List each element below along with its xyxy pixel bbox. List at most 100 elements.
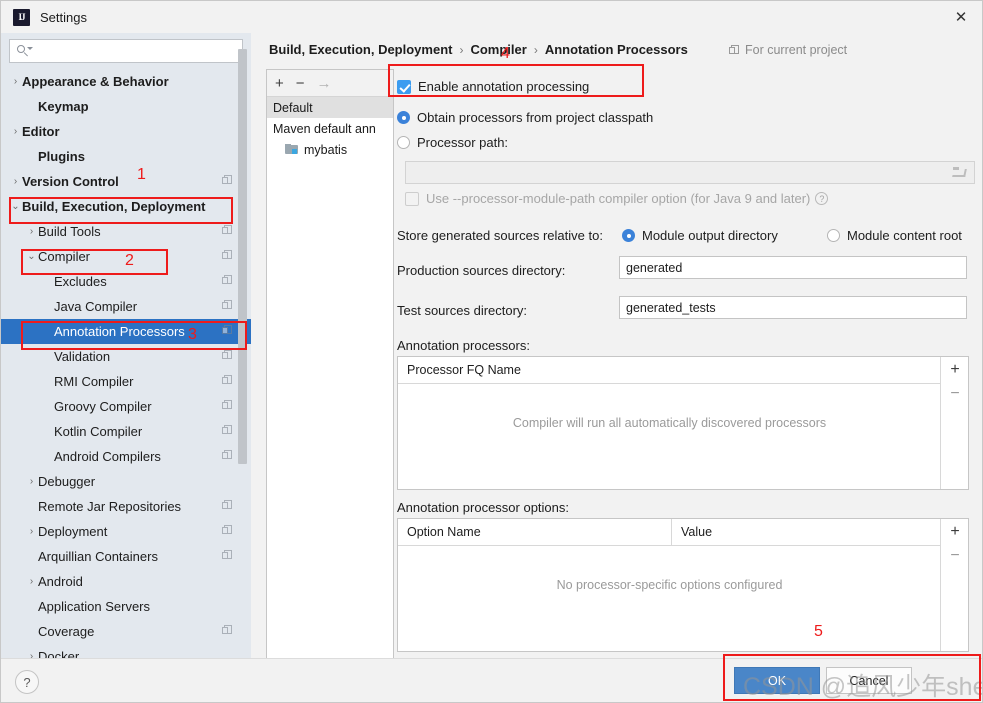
module-content-root-row[interactable]: Module content root	[827, 228, 962, 243]
breadcrumb-separator-icon: ›	[459, 42, 464, 57]
sidebar-item-label: Keymap	[38, 99, 89, 114]
enable-annotation-processing-row[interactable]: Enable annotation processing	[397, 79, 589, 94]
sidebar-item-rmi-compiler[interactable]: RMI Compiler	[1, 369, 251, 394]
help-icon[interactable]: ?	[815, 192, 829, 205]
enable-annotation-processing-checkbox[interactable]	[397, 79, 411, 94]
cancel-button[interactable]: Cancel	[826, 667, 912, 694]
copy-icon[interactable]	[222, 225, 233, 236]
column-option-name[interactable]: Option Name	[398, 519, 671, 545]
sidebar-item-groovy-compiler[interactable]: Groovy Compiler	[1, 394, 251, 419]
store-generated-sources-label: Store generated sources relative to:	[397, 228, 603, 243]
sidebar-item-deployment[interactable]: › Deployment	[1, 519, 251, 544]
sidebar-item-docker[interactable]: › Docker	[1, 644, 251, 658]
add-processor-button[interactable]: +	[941, 361, 969, 379]
copy-icon[interactable]	[222, 375, 233, 386]
sidebar-item-annotation-processors[interactable]: Annotation Processors	[1, 319, 251, 344]
sidebar-item-kotlin-compiler[interactable]: Kotlin Compiler	[1, 419, 251, 444]
sidebar-item-coverage[interactable]: Coverage	[1, 619, 251, 644]
sidebar-item-compiler[interactable]: ⌄ Compiler	[1, 244, 251, 269]
column-value[interactable]: Value	[671, 519, 941, 545]
browse-folder-icon[interactable]	[952, 167, 967, 179]
profile-item-label: mybatis	[304, 142, 348, 157]
copy-icon[interactable]	[222, 550, 233, 561]
ok-button[interactable]: OK	[734, 667, 820, 694]
sidebar-item-plugins[interactable]: Plugins	[1, 144, 251, 169]
processor-module-path-checkbox[interactable]	[405, 191, 419, 206]
remove-profile-button[interactable]: −	[296, 76, 305, 91]
sidebar-item-label: Version Control	[22, 174, 119, 189]
copy-icon[interactable]	[222, 500, 233, 511]
annotation-processor-options-caption: Annotation processor options:	[397, 500, 569, 515]
chevron-right-icon[interactable]: ›	[9, 126, 22, 137]
profile-item[interactable]: mybatis	[267, 139, 393, 160]
sidebar-item-appearance-behavior[interactable]: › Appearance & Behavior	[1, 69, 251, 94]
test-sources-input[interactable]: generated_tests	[619, 296, 967, 319]
copy-icon[interactable]	[222, 175, 233, 186]
close-icon[interactable]: ✕	[938, 1, 982, 33]
sidebar-item-keymap[interactable]: Keymap	[1, 94, 251, 119]
help-button[interactable]: ?	[15, 670, 39, 694]
move-profile-button[interactable]: →	[317, 76, 332, 91]
sidebar-item-arquillian-containers[interactable]: Arquillian Containers	[1, 544, 251, 569]
sidebar-item-remote-jar-repositories[interactable]: Remote Jar Repositories	[1, 494, 251, 519]
search-box[interactable]	[9, 39, 243, 63]
chevron-right-icon[interactable]: ›	[25, 651, 38, 658]
chevron-right-icon[interactable]: ›	[25, 526, 38, 537]
copy-icon[interactable]	[222, 300, 233, 311]
copy-icon[interactable]	[222, 325, 233, 336]
module-output-directory-radio[interactable]	[622, 229, 635, 242]
profile-item[interactable]: Maven default ann	[267, 118, 393, 139]
copy-icon[interactable]	[222, 625, 233, 636]
copy-icon[interactable]	[222, 250, 233, 261]
chevron-down-icon[interactable]: ⌄	[25, 251, 38, 262]
copy-icon[interactable]	[222, 525, 233, 536]
sidebar-item-android-compilers[interactable]: Android Compilers	[1, 444, 251, 469]
sidebar-item-android[interactable]: › Android	[1, 569, 251, 594]
column-processor-fq-name[interactable]: Processor FQ Name	[398, 357, 941, 383]
processor-path-row[interactable]: Processor path:	[397, 135, 508, 150]
processor-path-radio[interactable]	[397, 136, 410, 149]
copy-icon[interactable]	[222, 350, 233, 361]
sidebar-item-editor[interactable]: › Editor	[1, 119, 251, 144]
breadcrumb-part-2[interactable]: Compiler	[470, 42, 526, 57]
obtain-from-classpath-row[interactable]: Obtain processors from project classpath	[397, 110, 653, 125]
sidebar-item-label: Validation	[54, 349, 111, 364]
table-side-toolbar: + −	[940, 519, 968, 651]
chevron-down-icon[interactable]: ⌄	[9, 201, 22, 212]
search-input[interactable]	[30, 41, 242, 61]
sidebar-item-validation[interactable]: Validation	[1, 344, 251, 369]
remove-option-button[interactable]: −	[941, 547, 969, 565]
copy-icon[interactable]	[222, 425, 233, 436]
sidebar-item-debugger[interactable]: › Debugger	[1, 469, 251, 494]
sidebar-item-build-tools[interactable]: › Build Tools	[1, 219, 251, 244]
copy-icon[interactable]	[222, 400, 233, 411]
add-profile-button[interactable]: +	[275, 76, 284, 91]
sidebar-item-application-servers[interactable]: Application Servers	[1, 594, 251, 619]
obtain-from-classpath-radio[interactable]	[397, 111, 410, 124]
annotation-processors-caption: Annotation processors:	[397, 338, 530, 353]
copy-icon[interactable]	[222, 275, 233, 286]
sidebar-item-build-execution-deployment[interactable]: ⌄ Build, Execution, Deployment	[1, 194, 251, 219]
module-output-directory-row[interactable]: Module output directory	[622, 228, 778, 243]
profile-item[interactable]: Default	[267, 97, 393, 118]
chevron-right-icon[interactable]: ›	[9, 176, 22, 187]
annotation-processor-options-table: Option Name Value No processor-specific …	[397, 518, 969, 652]
add-option-button[interactable]: +	[941, 523, 969, 541]
chevron-right-icon[interactable]: ›	[25, 226, 38, 237]
sidebar-scrollbar-thumb[interactable]	[238, 49, 247, 464]
chevron-right-icon[interactable]: ›	[25, 476, 38, 487]
breadcrumb-part-1[interactable]: Build, Execution, Deployment	[269, 42, 452, 57]
production-sources-label-row: Production sources directory:	[397, 263, 565, 278]
remove-processor-button[interactable]: −	[941, 385, 969, 403]
processor-module-path-row[interactable]: Use --processor-module-path compiler opt…	[405, 191, 829, 206]
sidebar-item-version-control[interactable]: › Version Control	[1, 169, 251, 194]
sidebar-item-excludes[interactable]: Excludes	[1, 269, 251, 294]
processor-path-input[interactable]	[405, 161, 975, 184]
table-header: Option Name Value	[398, 519, 968, 546]
chevron-right-icon[interactable]: ›	[25, 576, 38, 587]
chevron-right-icon[interactable]: ›	[9, 76, 22, 87]
production-sources-input[interactable]: generated	[619, 256, 967, 279]
module-content-root-radio[interactable]	[827, 229, 840, 242]
sidebar-item-java-compiler[interactable]: Java Compiler	[1, 294, 251, 319]
copy-icon[interactable]	[222, 450, 233, 461]
